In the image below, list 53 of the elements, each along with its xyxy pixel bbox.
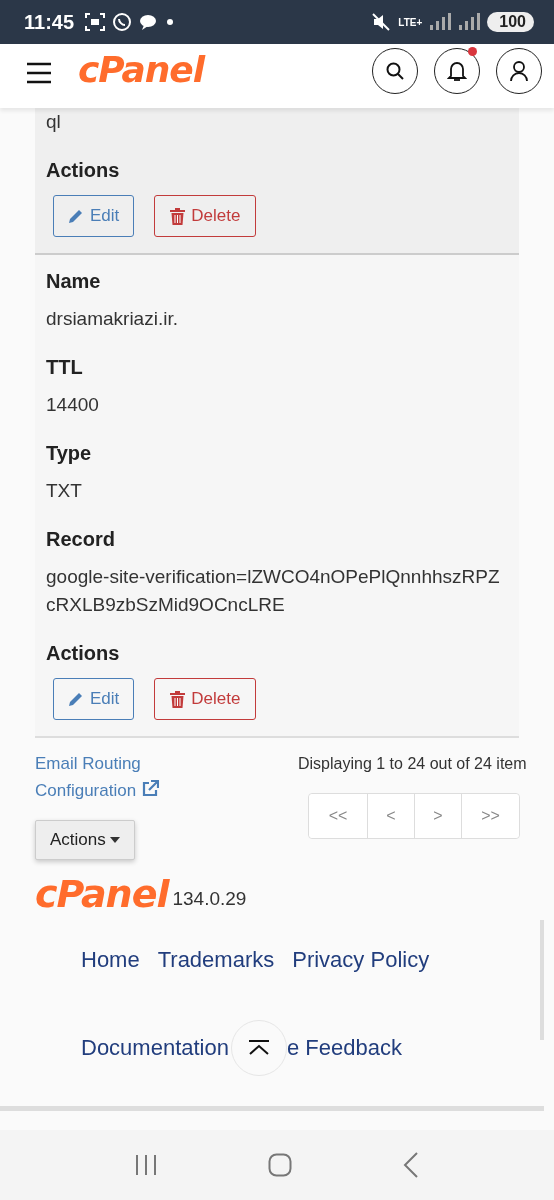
scroll-to-top-button[interactable] xyxy=(231,1020,287,1076)
field-label: Type xyxy=(46,441,93,465)
back-icon[interactable] xyxy=(402,1152,419,1178)
clock: 11:45 xyxy=(24,10,75,34)
screenshot-icon xyxy=(85,13,106,31)
delete-button[interactable]: Delete xyxy=(154,678,257,720)
signal-icon xyxy=(458,13,481,31)
external-link-icon xyxy=(140,780,159,798)
field-value: TXT xyxy=(46,479,83,503)
chevron-up-icon xyxy=(248,1040,270,1056)
pencil-icon xyxy=(68,208,84,224)
network-label: LTE+ xyxy=(398,16,423,28)
caret-icon xyxy=(109,837,120,843)
paging-summary: Displaying 1 to 24 out of 24 item xyxy=(298,754,527,774)
trash-icon xyxy=(170,690,186,708)
delete-button[interactable]: Delete xyxy=(154,195,257,237)
field-value: 14400 xyxy=(46,393,100,417)
footer-link[interactable]: Home xyxy=(81,946,140,974)
search-icon xyxy=(385,61,405,81)
search-button[interactable] xyxy=(372,48,418,94)
footer-link[interactable]: Privacy Policy xyxy=(292,946,430,974)
dot-icon xyxy=(166,18,175,26)
battery-level: 100 xyxy=(487,12,534,32)
field-value: ql xyxy=(46,110,62,134)
page-button[interactable]: >> xyxy=(461,794,519,838)
footer-link[interactable]: e Feedback xyxy=(287,1034,402,1062)
field-label: Actions xyxy=(46,641,121,665)
field-label: TTL xyxy=(46,355,84,379)
edit-button[interactable]: Edit xyxy=(53,678,135,720)
actions-dropdown[interactable]: Actions xyxy=(35,820,135,860)
email-routing-link[interactable]: Email Routing Configuration xyxy=(35,750,185,804)
logo: cPanel xyxy=(35,874,169,914)
notifications-button[interactable] xyxy=(434,48,480,94)
home-icon[interactable] xyxy=(268,1153,292,1177)
field-value: drsiamakriazi.ir. xyxy=(46,307,179,331)
footer-link[interactable]: Trademarks xyxy=(157,946,275,974)
user-icon xyxy=(509,60,529,82)
field-label: Actions xyxy=(46,158,121,182)
field-label: Record xyxy=(46,527,116,551)
edit-button[interactable]: Edit xyxy=(53,195,135,237)
bell-icon xyxy=(447,60,467,82)
field-label: Name xyxy=(46,269,102,293)
mute-icon xyxy=(371,12,392,32)
recent-apps-icon[interactable] xyxy=(135,1154,158,1176)
version-number: 134.0.29 xyxy=(172,888,247,911)
trash-icon xyxy=(170,207,186,225)
signal-icon xyxy=(429,13,452,31)
field-value: google-site-verification=lZWCO4nOPePlQnnhhszRPZcRXLB9zbSzMid9OCncLRE xyxy=(46,565,501,617)
footer-link[interactable]: Documentation xyxy=(81,1034,229,1062)
account-button[interactable] xyxy=(496,48,542,94)
logo[interactable]: cPanel xyxy=(78,48,205,90)
menu-icon[interactable] xyxy=(26,62,52,84)
pencil-icon xyxy=(68,691,84,707)
